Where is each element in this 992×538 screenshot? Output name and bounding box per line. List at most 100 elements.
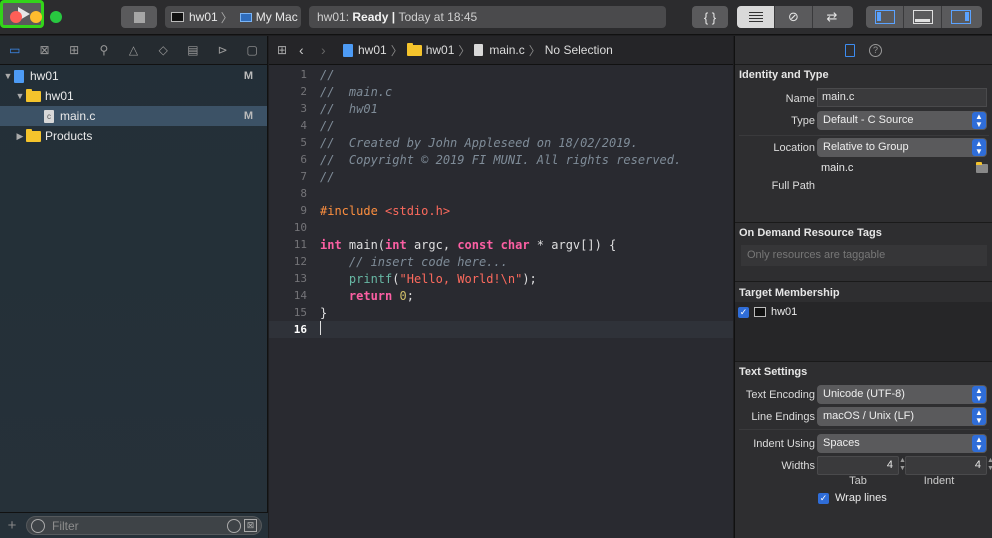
reveal-folder-icon[interactable] <box>976 162 988 173</box>
modified-badge: M <box>243 70 253 82</box>
back-arrow-icon[interactable]: ‹ <box>299 42 321 58</box>
comment: // hw01 <box>320 101 378 116</box>
navigator-tabs: ▭ ⊠ ⊞ ⚲ △ ◇ ▤ ⊳ ▢ <box>0 36 267 65</box>
close-window-button[interactable] <box>10 11 22 23</box>
minimize-window-button[interactable] <box>30 11 42 23</box>
filter-placeholder: Filter <box>52 518 79 533</box>
source-control-filter-icon[interactable]: ⊠ <box>244 519 257 532</box>
comment: // Created by John Appleseed on 18/02/20… <box>320 135 638 150</box>
line-endings-popup[interactable]: macOS / Unix (LF) ▲ ▼ <box>817 407 987 426</box>
help-icon[interactable]: ? <box>869 43 882 57</box>
code-line[interactable]: 8 <box>269 185 733 202</box>
report-icon[interactable]: ▢ <box>237 43 267 57</box>
disclosure-open-icon[interactable]: ▼ <box>14 91 26 101</box>
location-value: Relative to Group <box>823 141 909 153</box>
file-inspector-icon[interactable] <box>845 43 855 57</box>
toggle-navigator-button[interactable] <box>866 6 904 28</box>
code-line[interactable]: 9 #include <stdio.h> <box>269 202 733 219</box>
code-line[interactable]: 11 int main(int argc, const char * argv[]… <box>269 236 733 253</box>
target-row[interactable]: ✓ hw01 <box>738 306 797 318</box>
keyword: return <box>348 288 393 303</box>
code-line[interactable]: 6 // Copyright © 2019 FI MUNI. All rights… <box>269 151 733 168</box>
checkbox-checked-icon[interactable]: ✓ <box>738 306 749 318</box>
forward-arrow-icon[interactable]: › <box>321 42 343 58</box>
toggle-inspector-button[interactable] <box>942 6 980 28</box>
code-line[interactable]: 5 // Created by John Appleseed on 18/02/2… <box>269 134 733 151</box>
encoding-label: Text Encoding <box>745 389 815 401</box>
wrap-lines-row[interactable]: ✓ Wrap lines <box>818 492 887 504</box>
tree-item-project[interactable]: ▼ hw01 M <box>0 66 267 86</box>
indent-sub-label: Indent <box>923 475 955 487</box>
search-icon[interactable]: ⚲ <box>89 43 119 57</box>
toggle-debug-area-button[interactable] <box>904 6 942 28</box>
tree-item-products[interactable]: ▶ Products <box>0 126 267 146</box>
code-line[interactable]: 2 // main.c <box>269 83 733 100</box>
code-text: ; <box>406 288 414 303</box>
tree-item-label: hw01 <box>30 69 59 83</box>
comment: // Copyright © 2019 FI MUNI. All rights … <box>320 152 682 167</box>
zoom-window-button[interactable] <box>50 11 62 23</box>
warning-icon[interactable]: △ <box>119 43 149 57</box>
test-icon[interactable]: ◇ <box>148 43 178 57</box>
source-control-icon[interactable]: ⊠ <box>30 43 60 57</box>
bottom-pane-icon <box>912 10 933 24</box>
symbol-icon[interactable]: ⊞ <box>59 43 89 57</box>
inspector-panel: ? Identity and Type Name main.c Type Def… <box>734 36 992 538</box>
keyword: const <box>457 237 494 252</box>
code-line[interactable]: 14 return 0; <box>269 287 733 304</box>
recent-files-icon[interactable] <box>227 518 241 533</box>
scheme-selector[interactable]: hw01 〉 My Mac <box>165 6 301 28</box>
type-popup[interactable]: Default - C Source ▲ ▼ <box>817 111 987 130</box>
line-number: 4 <box>300 119 307 132</box>
assistant-editor-button[interactable]: ⊘ <box>775 6 813 28</box>
tree-item-file[interactable]: c main.c M <box>0 106 267 126</box>
current-code-line[interactable]: 16 <box>269 321 733 338</box>
location-popup[interactable]: Relative to Group ▲ ▼ <box>817 138 987 157</box>
debug-icon[interactable]: ▤ <box>178 43 208 57</box>
indent-using-popup[interactable]: Spaces ▲ ▼ <box>817 434 987 453</box>
name-label: Name <box>785 93 815 105</box>
filter-field[interactable]: Filter ⊠ <box>26 516 262 535</box>
jump-file[interactable]: main.c <box>489 43 524 57</box>
indent-width-field[interactable]: 4 <box>905 456 987 475</box>
jump-project[interactable]: hw01 <box>358 43 387 57</box>
standard-editor-button[interactable] <box>737 6 775 28</box>
checkbox-checked-icon[interactable]: ✓ <box>818 492 829 504</box>
jump-selection[interactable]: No Selection <box>545 43 613 57</box>
code-line[interactable]: 15} <box>269 304 733 321</box>
tree-item-group[interactable]: ▼ hw01 <box>0 86 267 106</box>
code-text: } <box>320 305 328 320</box>
code-line[interactable]: 13 printf("Hello, World!\n"); <box>269 270 733 287</box>
encoding-popup[interactable]: Unicode (UTF-8) ▲ ▼ <box>817 385 987 404</box>
mac-icon <box>239 12 252 22</box>
status-project: hw01: <box>317 10 350 24</box>
tab-width-field[interactable]: 4 <box>817 456 899 475</box>
line-number: 16 <box>293 323 307 336</box>
terminal-icon <box>754 307 766 317</box>
name-field[interactable]: main.c <box>817 88 987 107</box>
code-line[interactable]: 1 // <box>269 66 733 83</box>
related-items-icon[interactable]: ⊞ <box>277 43 299 57</box>
line-number: 3 <box>300 102 307 115</box>
target-name: hw01 <box>771 306 798 318</box>
disclosure-open-icon[interactable]: ▼ <box>2 71 14 81</box>
library-button[interactable]: { } <box>692 6 728 28</box>
toolbar: hw01 〉 My Mac hw01: Ready | Today at 18:… <box>0 0 992 35</box>
terminal-icon <box>171 12 184 22</box>
indent-width-stepper[interactable]: ▲ ▼ <box>987 457 992 474</box>
code-line[interactable]: 7 // <box>269 168 733 185</box>
code-area[interactable]: 1 // 2 // main.c 3 // hw01 4 // 5 // Created … <box>269 66 733 338</box>
stop-button[interactable] <box>121 6 157 28</box>
breakpoint-icon[interactable]: ⊳ <box>208 43 238 57</box>
line-endings-value: macOS / Unix (LF) <box>823 410 915 422</box>
code-line[interactable]: 10 <box>269 219 733 236</box>
comment: // main.c <box>320 84 393 99</box>
code-line[interactable]: 12 // insert code here... <box>269 253 733 270</box>
add-file-button[interactable]: + <box>0 517 24 534</box>
jump-group[interactable]: hw01 <box>426 43 455 57</box>
folder-icon[interactable]: ▭ <box>0 43 30 57</box>
version-editor-button[interactable]: ⇄ <box>813 6 851 28</box>
code-line[interactable]: 4 // <box>269 117 733 134</box>
code-line[interactable]: 3 // hw01 <box>269 100 733 117</box>
disclosure-closed-icon[interactable]: ▶ <box>14 131 26 142</box>
